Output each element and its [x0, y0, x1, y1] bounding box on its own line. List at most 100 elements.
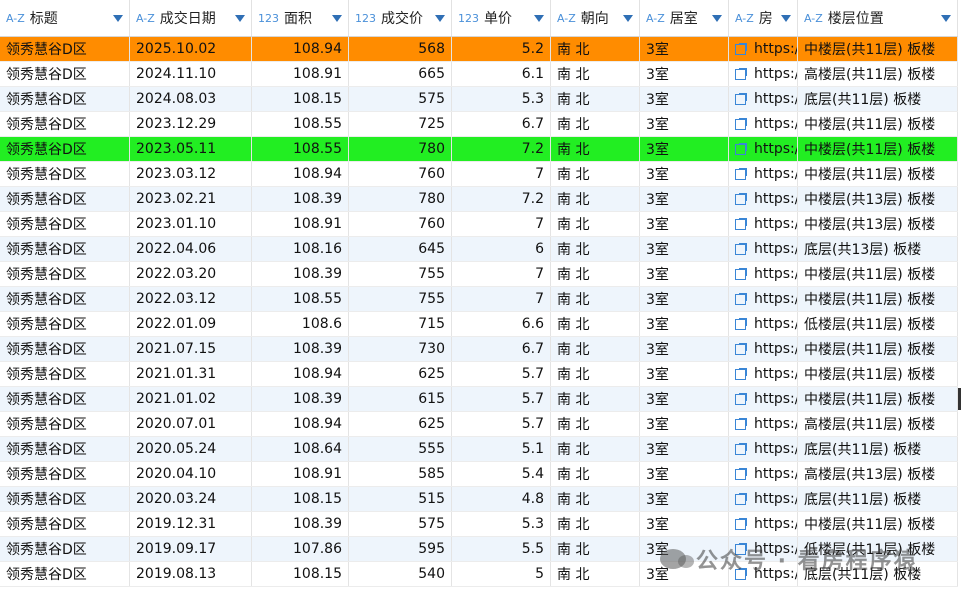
table-cell-title[interactable]: 领秀慧谷D区	[0, 512, 130, 536]
table-cell-date[interactable]: 2020.07.01	[130, 412, 252, 436]
table-cell-area[interactable]: 108.39	[252, 387, 349, 411]
table-cell-area[interactable]: 108.15	[252, 87, 349, 111]
table-cell-price[interactable]: 575	[349, 87, 452, 111]
table-cell-price[interactable]: 625	[349, 412, 452, 436]
table-cell-title[interactable]: 领秀慧谷D区	[0, 437, 130, 461]
table-cell-link[interactable]: https://	[729, 137, 798, 161]
table-cell-link[interactable]: https://	[729, 237, 798, 261]
table-cell-title[interactable]: 领秀慧谷D区	[0, 162, 130, 186]
table-cell-orient[interactable]: 南 北	[551, 137, 640, 161]
table-cell-unit[interactable]: 7	[452, 287, 551, 311]
external-link-icon[interactable]	[735, 292, 747, 305]
table-cell-rooms[interactable]: 3室	[640, 187, 729, 211]
table-cell-date[interactable]: 2024.08.03	[130, 87, 252, 111]
table-cell-date[interactable]: 2022.03.20	[130, 262, 252, 286]
table-cell-orient[interactable]: 南 北	[551, 37, 640, 61]
table-cell-title[interactable]: 领秀慧谷D区	[0, 37, 130, 61]
column-header[interactable]: 123 单价	[452, 0, 551, 36]
table-cell-unit[interactable]: 4.8	[452, 487, 551, 511]
table-cell-price[interactable]: 665	[349, 62, 452, 86]
sort-dropdown-icon[interactable]	[941, 14, 951, 22]
table-cell-price[interactable]: 760	[349, 162, 452, 186]
table-cell-orient[interactable]: 南 北	[551, 287, 640, 311]
column-header[interactable]: 123 面积	[252, 0, 349, 36]
table-cell-price[interactable]: 585	[349, 462, 452, 486]
table-cell-rooms[interactable]: 3室	[640, 137, 729, 161]
table-cell-link[interactable]: https://	[729, 362, 798, 386]
table-cell-rooms[interactable]: 3室	[640, 337, 729, 361]
table-cell-link[interactable]: https://	[729, 462, 798, 486]
table-cell-title[interactable]: 领秀慧谷D区	[0, 362, 130, 386]
table-cell-title[interactable]: 领秀慧谷D区	[0, 487, 130, 511]
table-cell-floor[interactable]: 中楼层(共11层) 板楼	[798, 37, 958, 61]
external-link-icon[interactable]	[735, 367, 747, 380]
table-cell-area[interactable]: 108.15	[252, 562, 349, 586]
table-cell-rooms[interactable]: 3室	[640, 487, 729, 511]
sort-dropdown-icon[interactable]	[623, 14, 633, 22]
sort-dropdown-icon[interactable]	[332, 14, 342, 22]
table-row[interactable]: 领秀慧谷D区 2024.11.10 108.91 665 6.1 南 北 3室 https:/…	[0, 62, 958, 87]
table-cell-orient[interactable]: 南 北	[551, 512, 640, 536]
table-cell-price[interactable]: 568	[349, 37, 452, 61]
sort-dropdown-icon[interactable]	[235, 14, 245, 22]
table-cell-floor[interactable]: 底层(共13层) 板楼	[798, 237, 958, 261]
column-header[interactable]: A-Z 标题	[0, 0, 130, 36]
table-cell-floor[interactable]: 底层(共11层) 板楼	[798, 87, 958, 111]
external-link-icon[interactable]	[735, 417, 747, 430]
table-cell-area[interactable]: 108.16	[252, 237, 349, 261]
table-row[interactable]: 领秀慧谷D区 2023.05.11 108.55 780 7.2 南 北 3室 https:/…	[0, 137, 958, 162]
table-cell-unit[interactable]: 5	[452, 562, 551, 586]
table-cell-area[interactable]: 108.39	[252, 187, 349, 211]
table-cell-floor[interactable]: 中楼层(共11层) 板楼	[798, 337, 958, 361]
table-cell-link[interactable]: https://	[729, 312, 798, 336]
table-row[interactable]: 领秀慧谷D区 2023.02.21 108.39 780 7.2 南 北 3室 https:/…	[0, 187, 958, 212]
external-link-icon[interactable]	[735, 192, 747, 205]
table-cell-date[interactable]: 2021.07.15	[130, 337, 252, 361]
external-link-icon[interactable]	[735, 117, 747, 130]
table-cell-title[interactable]: 领秀慧谷D区	[0, 287, 130, 311]
column-header[interactable]: A-Z 房	[729, 0, 798, 36]
table-cell-unit[interactable]: 6.7	[452, 112, 551, 136]
external-link-icon[interactable]	[735, 467, 747, 480]
table-row[interactable]: 领秀慧谷D区 2020.05.24 108.64 555 5.1 南 北 3室 https:/…	[0, 437, 958, 462]
table-cell-price[interactable]: 725	[349, 112, 452, 136]
table-row[interactable]: 领秀慧谷D区 2023.12.29 108.55 725 6.7 南 北 3室 https:/…	[0, 112, 958, 137]
table-cell-unit[interactable]: 5.1	[452, 437, 551, 461]
table-cell-title[interactable]: 领秀慧谷D区	[0, 412, 130, 436]
table-cell-title[interactable]: 领秀慧谷D区	[0, 187, 130, 211]
table-row[interactable]: 领秀慧谷D区 2021.07.15 108.39 730 6.7 南 北 3室 https:/…	[0, 337, 958, 362]
table-cell-rooms[interactable]: 3室	[640, 212, 729, 236]
table-cell-link[interactable]: https://	[729, 412, 798, 436]
table-cell-date[interactable]: 2023.12.29	[130, 112, 252, 136]
external-link-icon[interactable]	[735, 92, 747, 105]
table-cell-unit[interactable]: 5.4	[452, 462, 551, 486]
table-cell-area[interactable]: 108.91	[252, 62, 349, 86]
table-cell-date[interactable]: 2021.01.02	[130, 387, 252, 411]
table-cell-floor[interactable]: 高楼层(共11层) 板楼	[798, 412, 958, 436]
table-cell-rooms[interactable]: 3室	[640, 362, 729, 386]
table-cell-unit[interactable]: 5.7	[452, 387, 551, 411]
table-cell-unit[interactable]: 5.2	[452, 37, 551, 61]
table-cell-price[interactable]: 760	[349, 212, 452, 236]
table-cell-link[interactable]: https://	[729, 162, 798, 186]
table-cell-link[interactable]: https://	[729, 62, 798, 86]
external-link-icon[interactable]	[735, 392, 747, 405]
table-cell-floor[interactable]: 中楼层(共11层) 板楼	[798, 362, 958, 386]
column-header[interactable]: A-Z 楼层位置	[798, 0, 958, 36]
table-cell-title[interactable]: 领秀慧谷D区	[0, 387, 130, 411]
table-cell-area[interactable]: 108.15	[252, 487, 349, 511]
table-cell-floor[interactable]: 中楼层(共11层) 板楼	[798, 387, 958, 411]
table-cell-floor[interactable]: 低楼层(共11层) 板楼	[798, 312, 958, 336]
external-link-icon[interactable]	[735, 242, 747, 255]
table-cell-unit[interactable]: 7.2	[452, 187, 551, 211]
table-cell-price[interactable]: 730	[349, 337, 452, 361]
table-cell-date[interactable]: 2024.11.10	[130, 62, 252, 86]
table-cell-link[interactable]: https://	[729, 437, 798, 461]
table-cell-unit[interactable]: 5.3	[452, 512, 551, 536]
table-cell-orient[interactable]: 南 北	[551, 562, 640, 586]
table-cell-rooms[interactable]: 3室	[640, 437, 729, 461]
table-row[interactable]: 领秀慧谷D区 2019.12.31 108.39 575 5.3 南 北 3室 https:/…	[0, 512, 958, 537]
column-header[interactable]: 123 成交价	[349, 0, 452, 36]
table-cell-date[interactable]: 2019.08.13	[130, 562, 252, 586]
table-cell-title[interactable]: 领秀慧谷D区	[0, 262, 130, 286]
